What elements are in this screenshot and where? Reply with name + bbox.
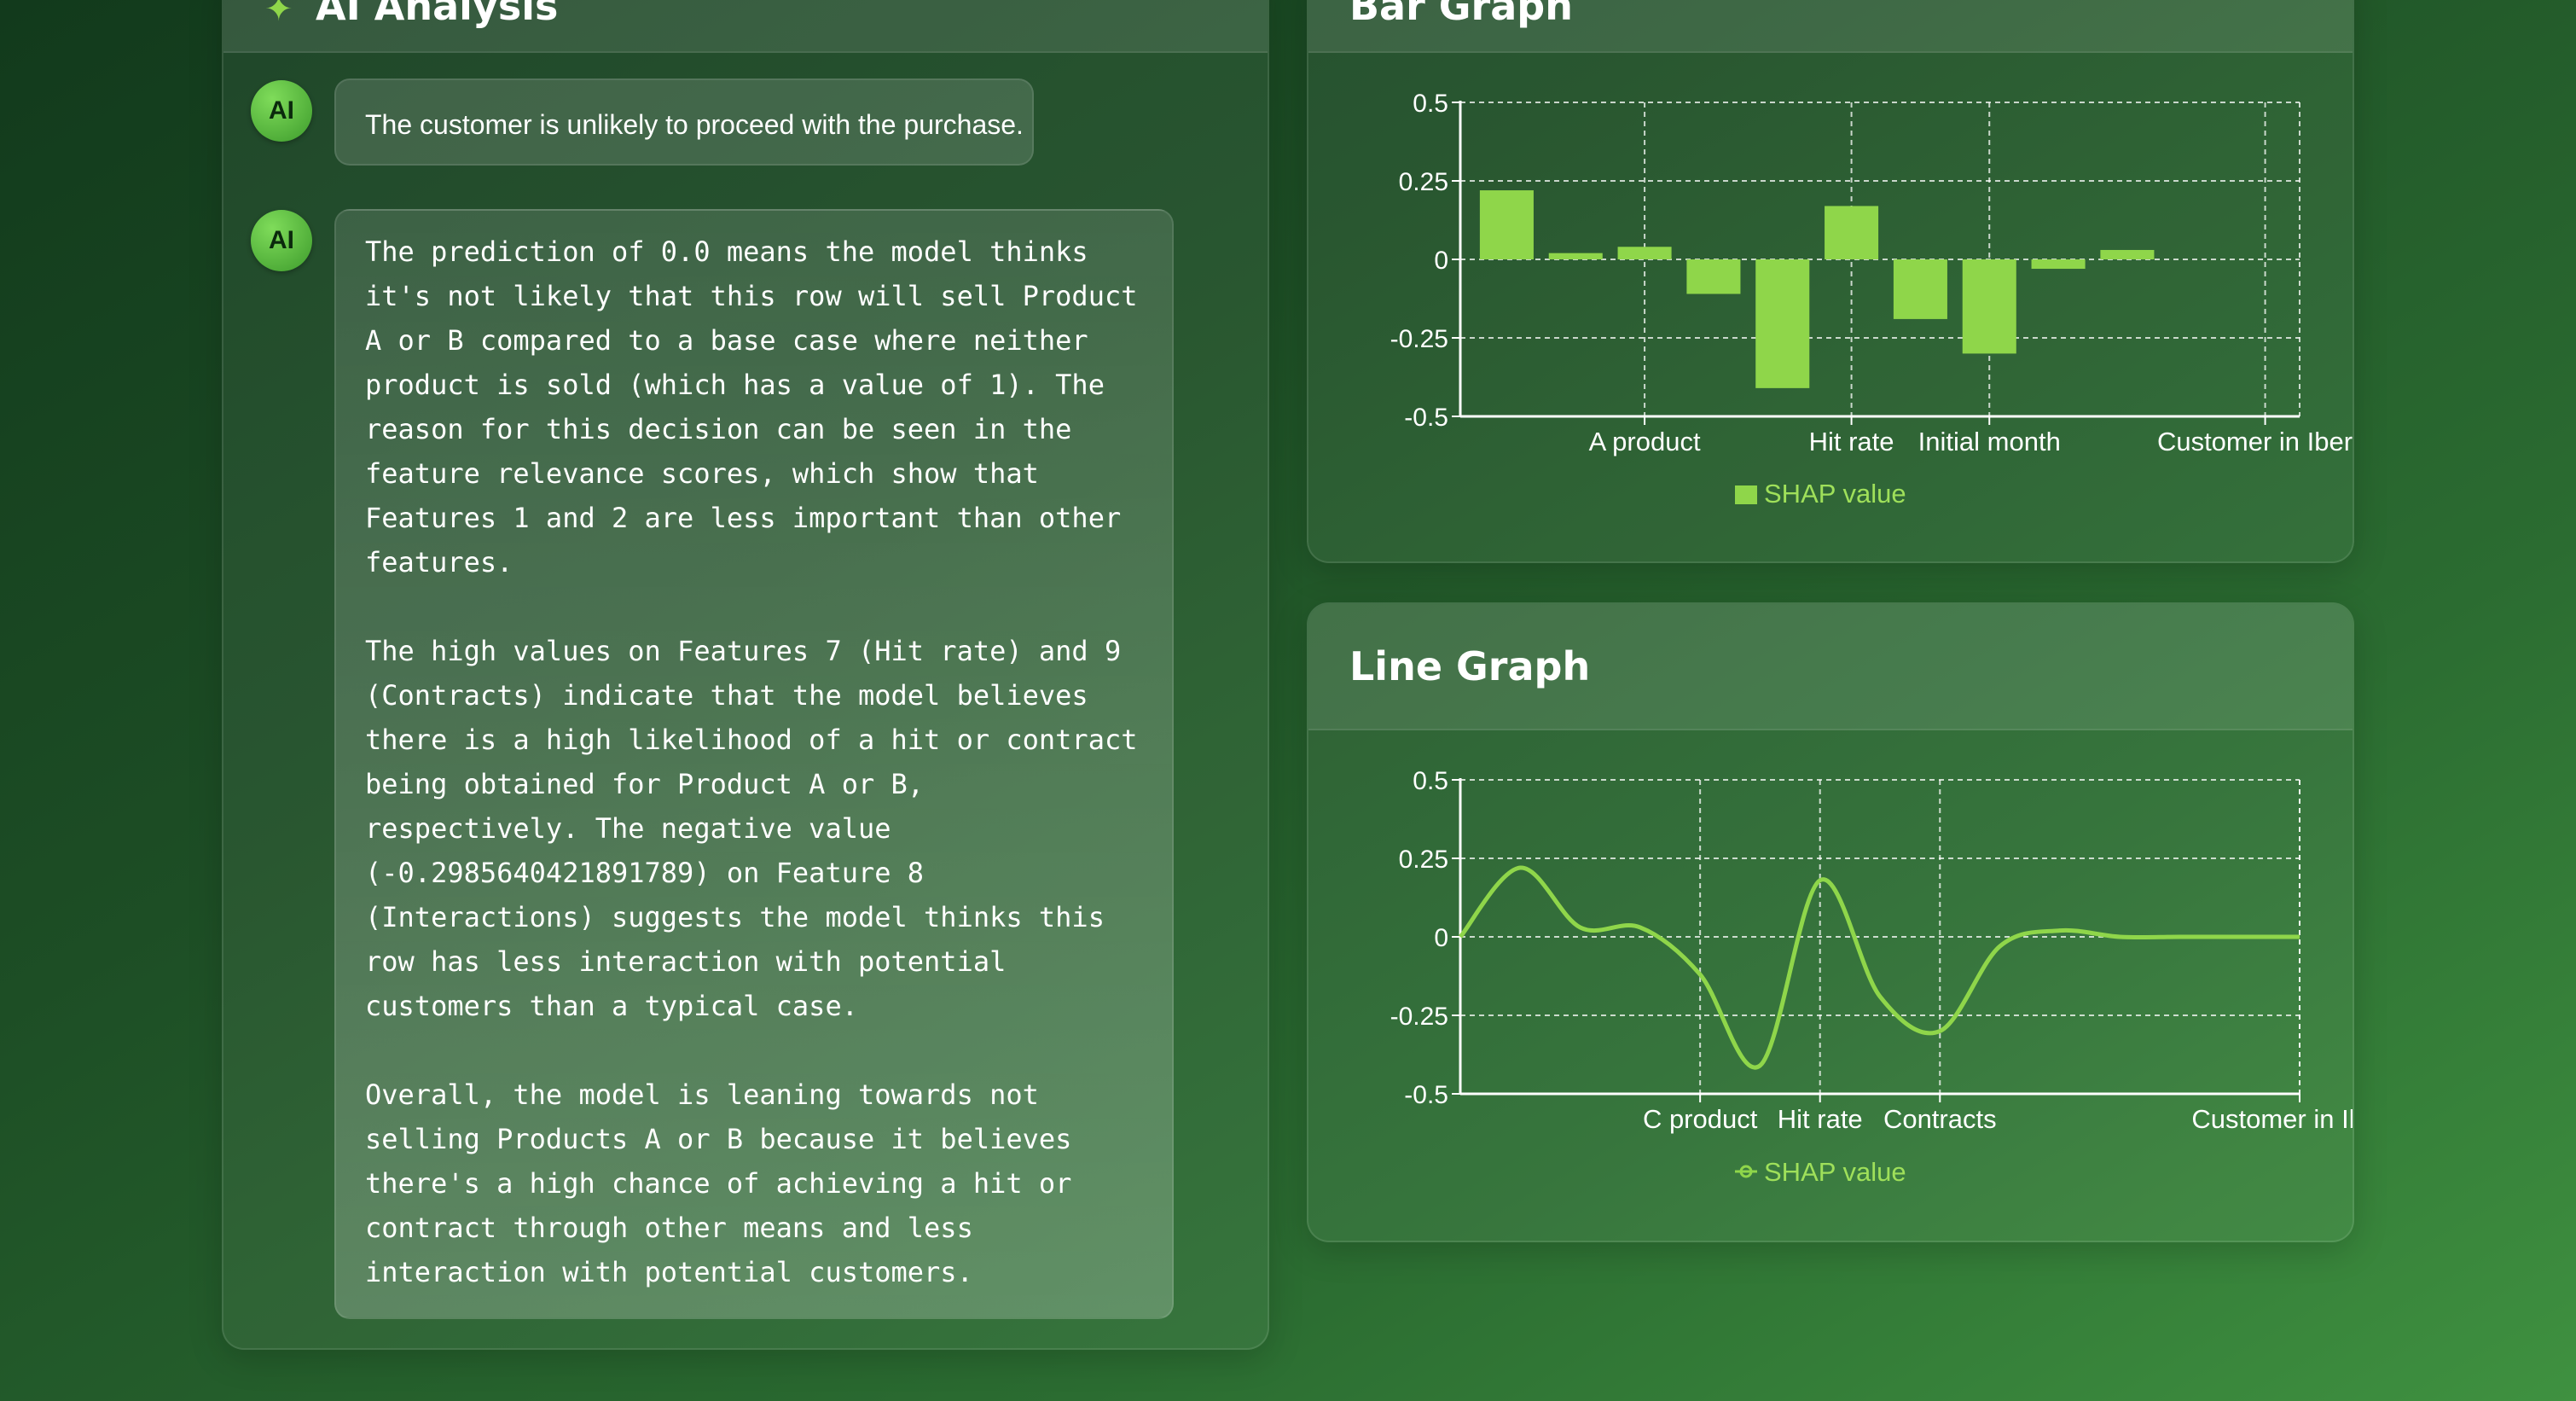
y-tick-label: 0: [1434, 924, 1448, 952]
series-line: [1459, 865, 2300, 1070]
panel-title: AI Analysis: [316, 0, 559, 29]
y-tick-label: 0.5: [1413, 767, 1448, 795]
y-tick-label: 0.25: [1399, 846, 1448, 874]
chat-message-bubble: The customer is unlikely to proceed with…: [334, 78, 1034, 166]
x-tick-label: Hit rate: [1778, 1104, 1863, 1134]
panel-header: ✦ AI Analysis: [223, 0, 1268, 53]
bar: [1617, 247, 1672, 259]
ai-avatar: AI: [251, 210, 312, 271]
x-tick-label: Initial month: [1918, 427, 2061, 456]
line-graph-panel: Line Graph 0.5 0.25 0 -0.25 -0.5 C product Hit…: [1307, 602, 2354, 1242]
legend-label: SHAP value: [1764, 479, 1906, 509]
chat-message-text: The customer is unlikely to proceed with…: [365, 109, 1024, 140]
x-tick-label: Contracts: [1883, 1104, 1997, 1134]
x-tick-label: Customer in Iberia: [2191, 1104, 2353, 1134]
y-tick-label: 0.5: [1413, 90, 1448, 118]
line-chart: 0.5 0.25 0 -0.25 -0.5 C product Hit rate Contra…: [1390, 767, 2353, 1187]
legend-swatch: [1735, 485, 1757, 504]
y-tick-label: -0.25: [1390, 325, 1448, 353]
bar-chart: 0.5 0.25 0 -0.25 -0.5 A product Hit rate Initia…: [1390, 90, 2353, 509]
legend-label: SHAP value: [1764, 1157, 1906, 1187]
bar: [1548, 253, 1603, 259]
bar: [1825, 206, 1879, 259]
x-tick-label: C product: [1643, 1104, 1758, 1134]
bar: [1686, 259, 1741, 294]
ai-avatar: AI: [251, 80, 312, 142]
bar: [2100, 249, 2155, 259]
bar: [1479, 190, 1534, 259]
y-tick-label: -0.5: [1404, 1081, 1448, 1109]
x-tick-label: Customer in Iberia: [2157, 427, 2353, 456]
y-tick-label: 0: [1434, 247, 1448, 275]
chat-message-text: The prediction of 0.0 means the model th…: [365, 235, 1138, 1288]
bar: [1755, 259, 1810, 388]
bar-graph-panel: Bar Graph 0.5 0.25 0 -0.25 -0.5 A product Hit …: [1307, 0, 2354, 563]
bar: [2031, 259, 2086, 270]
bar: [1893, 259, 1947, 319]
ai-analysis-panel: ✦ AI Analysis AI The customer is unlikel…: [222, 0, 1269, 1350]
chat-message-bubble: The prediction of 0.0 means the model th…: [334, 209, 1174, 1319]
x-tick-label: Hit rate: [1809, 427, 1894, 456]
y-tick-label: -0.25: [1390, 1003, 1448, 1031]
bar: [1962, 259, 2016, 354]
x-tick-label: A product: [1589, 427, 1701, 456]
y-tick-label: -0.5: [1404, 404, 1448, 432]
y-tick-label: 0.25: [1399, 168, 1448, 196]
sparkle-icon: ✦: [264, 0, 293, 28]
